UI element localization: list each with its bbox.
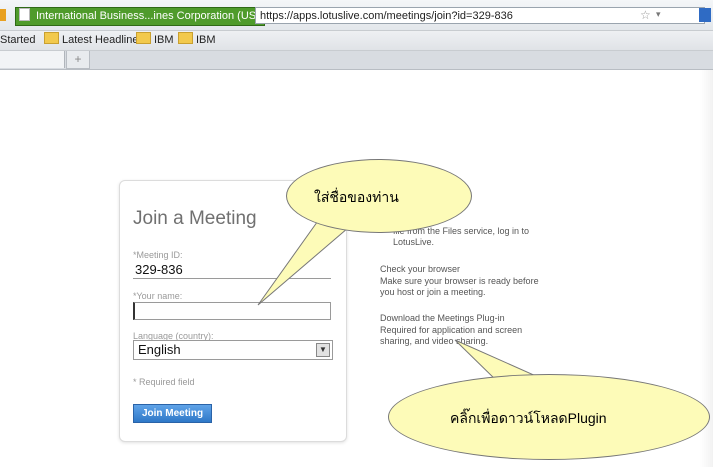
required-note: * Required field xyxy=(133,377,195,387)
bookmark-star-icon[interactable]: ☆ xyxy=(640,8,651,22)
browser-toolbar: International Business...ines Corporatio… xyxy=(0,0,713,31)
dropdown-arrow-icon[interactable]: ▾ xyxy=(656,9,661,20)
name-callout-text: ใส่ชื่อของท่าน xyxy=(314,189,399,205)
plugin-callout-text: คลิ๊กเพื่อดาวน์โหลดPlugin xyxy=(450,410,607,426)
language-select[interactable]: English ▼ xyxy=(133,340,333,360)
language-value: English xyxy=(138,342,181,357)
folder-icon xyxy=(44,32,59,44)
bookmark-started[interactable]: Started xyxy=(0,31,35,50)
address-bar[interactable]: https://apps.lotuslive.com/meetings/join… xyxy=(255,7,705,24)
site-identity-badge[interactable]: International Business...ines Corporatio… xyxy=(15,7,265,26)
download-plugin-desc: Required for application and screen shar… xyxy=(380,325,523,346)
chevron-down-icon[interactable]: ▼ xyxy=(316,343,330,357)
folder-icon xyxy=(136,32,151,44)
tab-current[interactable] xyxy=(0,51,65,68)
page-icon xyxy=(19,8,30,21)
bookmarks-bar: Started Latest Headlines IBM IBM xyxy=(0,31,713,51)
join-meeting-button[interactable]: Join Meeting xyxy=(133,404,212,423)
bookmark-ibm-1[interactable]: IBM xyxy=(136,31,174,50)
new-tab-button[interactable]: + xyxy=(66,51,90,69)
tab-strip: + xyxy=(0,51,713,70)
bookmark-latest-headlines[interactable]: Latest Headlines xyxy=(44,31,144,50)
toolbar-icon[interactable] xyxy=(699,8,711,22)
name-label: *Your name: xyxy=(133,291,183,301)
site-identity-text: International Business...ines Corporatio… xyxy=(36,10,260,22)
page-title: Join a Meeting xyxy=(133,208,257,229)
meeting-id-label: *Meeting ID: xyxy=(133,250,183,260)
check-browser-link[interactable]: Check your browser xyxy=(380,264,560,275)
name-field[interactable] xyxy=(133,302,331,320)
folder-icon xyxy=(178,32,193,44)
meeting-id-field[interactable]: 329-836 xyxy=(133,261,331,279)
back-button[interactable] xyxy=(0,9,6,21)
bookmark-ibm-2[interactable]: IBM xyxy=(178,31,216,50)
check-browser-desc: Make sure your browser is ready before y… xyxy=(380,276,539,297)
download-plugin-link[interactable]: Download the Meetings Plug-in xyxy=(380,313,560,324)
